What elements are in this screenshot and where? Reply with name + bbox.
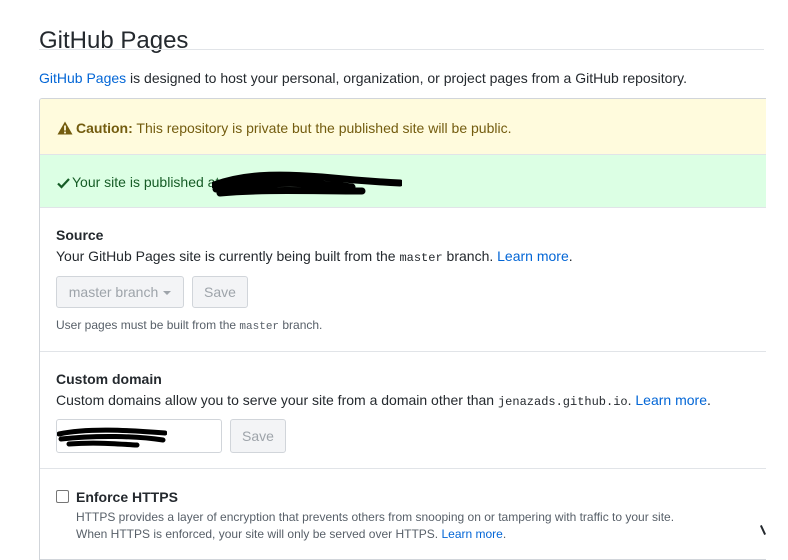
custom-domain-save-button[interactable]: Save xyxy=(230,419,286,453)
caution-flash: Caution: This repository is private but … xyxy=(40,99,766,155)
intro-description: is designed to host your personal, organ… xyxy=(126,70,687,86)
custom-domain-heading: Custom domain xyxy=(56,371,162,387)
https-description-line2: When HTTPS is enforced, your site will o… xyxy=(76,527,507,541)
check-icon xyxy=(57,176,70,192)
redacted-domain-value xyxy=(57,427,167,448)
caution-label: Caution: xyxy=(76,120,133,136)
source-branch-value: master branch xyxy=(68,284,159,300)
source-heading: Source xyxy=(56,227,104,243)
pages-settings-box: Caution: This repository is private but … xyxy=(39,98,766,560)
enforce-https-label[interactable]: Enforce HTTPS xyxy=(76,489,178,505)
https-section: Enforce HTTPS HTTPS provides a layer of … xyxy=(40,469,766,559)
caret-down-icon xyxy=(163,291,172,295)
custom-domain-input[interactable] xyxy=(56,419,222,453)
caution-text: This repository is private but the publi… xyxy=(132,120,512,136)
redacted-site-url xyxy=(212,171,402,197)
custom-domain-description: Custom domains allow you to serve your s… xyxy=(56,392,711,409)
page-title: GitHub Pages xyxy=(39,27,189,55)
custom-domain-section: Custom domain Custom domains allow you t… xyxy=(40,352,766,469)
intro-text: GitHub Pages is designed to host your pe… xyxy=(39,70,687,86)
source-learn-more-link[interactable]: Learn more xyxy=(497,248,569,264)
source-section: Source Your GitHub Pages site is current… xyxy=(40,208,766,352)
source-note: User pages must be built from the master… xyxy=(56,318,323,333)
branch-code: master xyxy=(399,251,443,265)
alert-icon xyxy=(57,121,73,138)
domain-code: jenazads.github.io xyxy=(497,395,628,409)
title-divider xyxy=(39,49,764,50)
source-branch-dropdown[interactable]: master branch xyxy=(56,276,184,308)
custom-domain-learn-more-link[interactable]: Learn more xyxy=(635,392,707,408)
https-description-line1: HTTPS provides a layer of encryption tha… xyxy=(76,510,675,524)
published-flash: Your site is published at xyxy=(40,155,766,208)
published-text: Your site is published at xyxy=(72,174,220,190)
source-description: Your GitHub Pages site is currently bein… xyxy=(56,248,573,265)
https-learn-more-link[interactable]: Learn more xyxy=(441,527,502,541)
github-pages-link[interactable]: GitHub Pages xyxy=(39,70,126,86)
enforce-https-checkbox[interactable] xyxy=(56,490,69,503)
note-branch-code: master xyxy=(239,321,280,333)
source-save-button[interactable]: Save xyxy=(192,276,248,308)
